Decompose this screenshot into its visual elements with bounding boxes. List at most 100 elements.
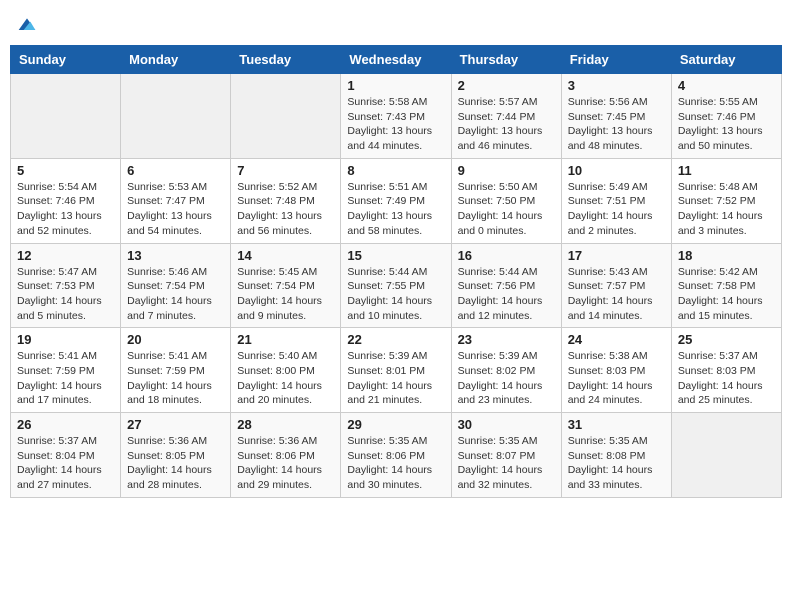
day-number: 5 [17,163,114,178]
calendar-cell: 3Sunrise: 5:56 AM Sunset: 7:45 PM Daylig… [561,74,671,159]
day-number: 23 [458,332,555,347]
calendar-cell: 15 Sunrise: 5:44 AM Sunset: 7:55 PM Dayli… [341,243,451,328]
day-info: Sunrise: 5:55 AM Sunset: 7:46 PM Dayligh… [678,95,775,154]
day-info: Sunrise: 5:42 AM Sunset: 7:58 PM Dayligh… [678,265,775,324]
day-info: Sunrise: 5:50 AM Sunset: 7:50 PM Dayligh… [458,180,555,239]
day-number: 12 [17,248,114,263]
day-number: 24 [568,332,665,347]
day-number: 10 [568,163,665,178]
calendar-cell: 29 Sunrise: 5:35 AM Sunset: 8:06 PM Dayli… [341,413,451,498]
calendar-cell: 27 Sunrise: 5:36 AM Sunset: 8:05 PM Dayli… [121,413,231,498]
calendar-cell: 19 Sunrise: 5:41 AM Sunset: 7:59 PM Dayli… [11,328,121,413]
day-info: Sunrise: 5:48 AM Sunset: 7:52 PM Dayligh… [678,180,775,239]
day-info: Sunrise: 5:37 AM Sunset: 8:03 PM Dayligh… [678,349,775,408]
logo [15,15,37,35]
calendar-cell: 16 Sunrise: 5:44 AM Sunset: 7:56 PM Dayli… [451,243,561,328]
day-number: 19 [17,332,114,347]
calendar-cell: 9 Sunrise: 5:50 AM Sunset: 7:50 PM Daylig… [451,158,561,243]
calendar-cell: 21 Sunrise: 5:40 AM Sunset: 8:00 PM Dayli… [231,328,341,413]
day-info: Sunrise: 5:57 AM Sunset: 7:44 PM Dayligh… [458,95,555,154]
calendar-cell: 13Sunrise: 5:46 AM Sunset: 7:54 PM Dayli… [121,243,231,328]
day-number: 17 [568,248,665,263]
calendar-cell: 17 Sunrise: 5:43 AM Sunset: 7:57 PM Dayli… [561,243,671,328]
day-info: Sunrise: 5:39 AM Sunset: 8:01 PM Dayligh… [347,349,444,408]
calendar-cell: 6 Sunrise: 5:53 AM Sunset: 7:47 PM Daylig… [121,158,231,243]
day-number: 30 [458,417,555,432]
day-number: 16 [458,248,555,263]
day-number: 27 [127,417,224,432]
day-number: 20 [127,332,224,347]
day-info: Sunrise: 5:40 AM Sunset: 8:00 PM Dayligh… [237,349,334,408]
day-number: 1 [347,78,444,93]
calendar-header-row: SundayMondayTuesdayWednesdayThursdayFrid… [11,46,782,74]
day-info: Sunrise: 5:45 AM Sunset: 7:54 PM Dayligh… [237,265,334,324]
day-info: Sunrise: 5:56 AM Sunset: 7:45 PM Dayligh… [568,95,665,154]
day-number: 14 [237,248,334,263]
day-info: Sunrise: 5:54 AM Sunset: 7:46 PM Dayligh… [17,180,114,239]
calendar-table: SundayMondayTuesdayWednesdayThursdayFrid… [10,45,782,498]
day-number: 7 [237,163,334,178]
day-number: 28 [237,417,334,432]
calendar-cell: 30Sunrise: 5:35 AM Sunset: 8:07 PM Dayli… [451,413,561,498]
day-number: 9 [458,163,555,178]
calendar-cell [121,74,231,159]
day-info: Sunrise: 5:49 AM Sunset: 7:51 PM Dayligh… [568,180,665,239]
weekday-header-monday: Monday [121,46,231,74]
day-info: Sunrise: 5:44 AM Sunset: 7:55 PM Dayligh… [347,265,444,324]
calendar-cell: 18 Sunrise: 5:42 AM Sunset: 7:58 PM Dayli… [671,243,781,328]
day-info: Sunrise: 5:58 AM Sunset: 7:43 PM Dayligh… [347,95,444,154]
calendar-cell: 11 Sunrise: 5:48 AM Sunset: 7:52 PM Dayli… [671,158,781,243]
page-header [10,10,782,35]
calendar-cell: 12 Sunrise: 5:47 AM Sunset: 7:53 PM Dayli… [11,243,121,328]
day-number: 11 [678,163,775,178]
calendar-cell: 1 Sunrise: 5:58 AM Sunset: 7:43 PM Daylig… [341,74,451,159]
day-info: Sunrise: 5:35 AM Sunset: 8:06 PM Dayligh… [347,434,444,493]
day-info: Sunrise: 5:47 AM Sunset: 7:53 PM Dayligh… [17,265,114,324]
weekday-header-saturday: Saturday [671,46,781,74]
calendar-week-row: 26Sunrise: 5:37 AM Sunset: 8:04 PM Dayli… [11,413,782,498]
day-info: Sunrise: 5:43 AM Sunset: 7:57 PM Dayligh… [568,265,665,324]
weekday-header-tuesday: Tuesday [231,46,341,74]
day-number: 18 [678,248,775,263]
day-number: 31 [568,417,665,432]
calendar-cell [11,74,121,159]
calendar-cell: 31 Sunrise: 5:35 AM Sunset: 8:08 PM Dayli… [561,413,671,498]
day-info: Sunrise: 5:39 AM Sunset: 8:02 PM Dayligh… [458,349,555,408]
day-number: 15 [347,248,444,263]
calendar-cell: 5 Sunrise: 5:54 AM Sunset: 7:46 PM Daylig… [11,158,121,243]
calendar-cell: 10 Sunrise: 5:49 AM Sunset: 7:51 PM Dayli… [561,158,671,243]
day-number: 25 [678,332,775,347]
calendar-cell: 25 Sunrise: 5:37 AM Sunset: 8:03 PM Dayli… [671,328,781,413]
day-number: 21 [237,332,334,347]
day-info: Sunrise: 5:46 AM Sunset: 7:54 PM Dayligh… [127,265,224,324]
day-info: Sunrise: 5:36 AM Sunset: 8:05 PM Dayligh… [127,434,224,493]
calendar-cell: 20 Sunrise: 5:41 AM Sunset: 7:59 PM Dayli… [121,328,231,413]
day-info: Sunrise: 5:38 AM Sunset: 8:03 PM Dayligh… [568,349,665,408]
weekday-header-wednesday: Wednesday [341,46,451,74]
calendar-cell: 8Sunrise: 5:51 AM Sunset: 7:49 PM Daylig… [341,158,451,243]
calendar-cell: 28 Sunrise: 5:36 AM Sunset: 8:06 PM Dayli… [231,413,341,498]
day-number: 6 [127,163,224,178]
day-info: Sunrise: 5:41 AM Sunset: 7:59 PM Dayligh… [17,349,114,408]
weekday-header-sunday: Sunday [11,46,121,74]
calendar-cell: 2Sunrise: 5:57 AM Sunset: 7:44 PM Daylig… [451,74,561,159]
day-info: Sunrise: 5:53 AM Sunset: 7:47 PM Dayligh… [127,180,224,239]
calendar-week-row: 19 Sunrise: 5:41 AM Sunset: 7:59 PM Dayli… [11,328,782,413]
calendar-week-row: 12 Sunrise: 5:47 AM Sunset: 7:53 PM Dayli… [11,243,782,328]
logo-icon [17,15,37,35]
calendar-cell [231,74,341,159]
day-number: 22 [347,332,444,347]
calendar-cell: 14 Sunrise: 5:45 AM Sunset: 7:54 PM Dayli… [231,243,341,328]
day-info: Sunrise: 5:36 AM Sunset: 8:06 PM Dayligh… [237,434,334,493]
calendar-cell: 7 Sunrise: 5:52 AM Sunset: 7:48 PM Daylig… [231,158,341,243]
weekday-header-thursday: Thursday [451,46,561,74]
day-info: Sunrise: 5:35 AM Sunset: 8:08 PM Dayligh… [568,434,665,493]
day-number: 29 [347,417,444,432]
day-info: Sunrise: 5:44 AM Sunset: 7:56 PM Dayligh… [458,265,555,324]
day-info: Sunrise: 5:52 AM Sunset: 7:48 PM Dayligh… [237,180,334,239]
day-info: Sunrise: 5:41 AM Sunset: 7:59 PM Dayligh… [127,349,224,408]
calendar-cell: 26Sunrise: 5:37 AM Sunset: 8:04 PM Dayli… [11,413,121,498]
calendar-cell: 22 Sunrise: 5:39 AM Sunset: 8:01 PM Dayli… [341,328,451,413]
day-number: 4 [678,78,775,93]
weekday-header-friday: Friday [561,46,671,74]
